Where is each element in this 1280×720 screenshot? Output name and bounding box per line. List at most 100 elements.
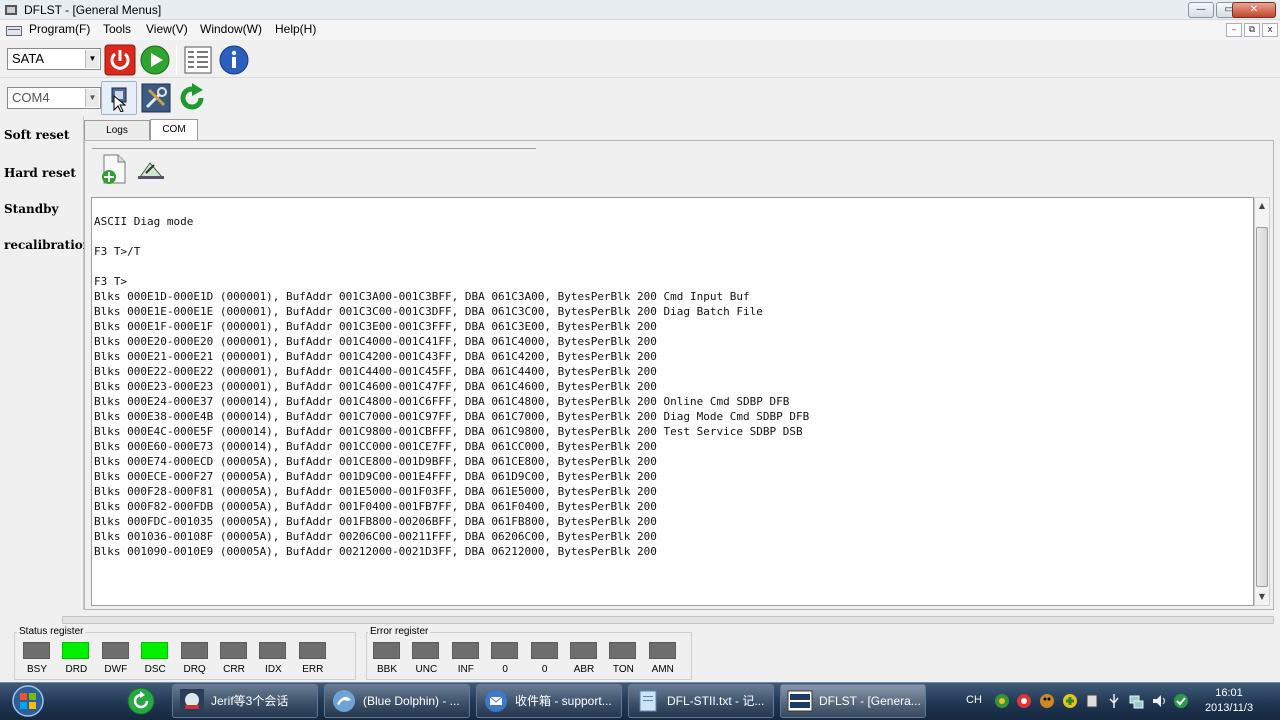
- clock-time: 16:01: [1215, 687, 1243, 699]
- register-label: IDX: [265, 664, 282, 675]
- tab-com[interactable]: COM: [150, 119, 198, 140]
- tray-app-icon-2[interactable]: [1016, 693, 1032, 709]
- refresh-icon[interactable]: [176, 82, 208, 114]
- menu-view[interactable]: View(V): [146, 22, 188, 36]
- interface-select-value: SATA: [12, 51, 45, 66]
- terminal-line: Blks 000F82-000FDB (00005A), BufAddr 001…: [94, 500, 657, 513]
- add-file-icon[interactable]: [99, 153, 129, 185]
- tray-app-icon-6[interactable]: [1173, 693, 1189, 709]
- register-label: DRQ: [183, 664, 206, 675]
- com-terminal-output[interactable]: ASCII Diag mode F3 T>/T F3 T> Blks 000E1D-0…: [91, 197, 1254, 606]
- scrollbar-thumb[interactable]: [1256, 227, 1268, 587]
- refresh-circle-icon[interactable]: [126, 686, 156, 716]
- menu-help[interactable]: Help(H): [275, 22, 316, 36]
- terminal-line: Blks 000E24-000E37 (000014), BufAddr 001…: [94, 395, 790, 408]
- language-indicator[interactable]: CH: [966, 694, 982, 706]
- tray-app-icon-3[interactable]: [1039, 693, 1055, 709]
- tray-app-icon-4[interactable]: [1062, 693, 1078, 709]
- notepad-app-icon: [639, 690, 657, 712]
- register-led-err: [298, 642, 326, 659]
- taskbar-item-notepad[interactable]: DFL-STII.txt - 记...: [628, 684, 774, 718]
- recalibration-button[interactable]: recalibration: [4, 238, 91, 252]
- close-button[interactable]: ✕: [1232, 2, 1276, 18]
- info-icon[interactable]: [218, 44, 250, 76]
- clock-date: 2013/11/3: [1204, 702, 1254, 714]
- dflst-app-icon: [787, 690, 813, 712]
- register-led-0: [530, 642, 558, 659]
- terminal-line: F3 T>/T: [94, 245, 141, 258]
- taskbar-item-qq[interactable]: Jerif等3个会话: [172, 684, 318, 718]
- terminal-line: Blks 000F28-000F81 (00005A), BufAddr 001…: [94, 485, 657, 498]
- terminal-line: Blks 001036-00108F (00005A), BufAddr 002…: [94, 530, 657, 543]
- terminal-line: Blks 000FDC-001035 (00005A), BufAddr 001…: [94, 515, 657, 528]
- doc-menu-icon[interactable]: [6, 26, 22, 36]
- menu-window[interactable]: Window(W): [200, 22, 262, 36]
- chevron-down-icon: ▼: [85, 89, 99, 107]
- taskbar-item-dflst[interactable]: DFLST - [Genera...: [780, 684, 926, 718]
- hard-reset-button[interactable]: Hard reset: [4, 166, 76, 180]
- power-icon[interactable]: [104, 44, 136, 76]
- usb-icon[interactable]: [1106, 693, 1122, 709]
- terminal-line: Blks 001090-0010E9 (00005A), BufAddr 002…: [94, 545, 657, 558]
- interface-select[interactable]: SATA ▼: [7, 48, 101, 70]
- menu-bar: [0, 20, 1280, 40]
- tools-icon[interactable]: [140, 82, 172, 114]
- tab-logs[interactable]: Logs: [84, 120, 150, 140]
- volume-icon[interactable]: [1151, 693, 1167, 709]
- register-label: 0: [502, 664, 508, 675]
- port-select-value: COM4: [12, 90, 50, 105]
- mdi-minimize-button[interactable]: –: [1226, 23, 1242, 37]
- mail-app-icon: [485, 690, 507, 712]
- register-led-drd: [62, 642, 90, 659]
- clear-icon[interactable]: [136, 155, 166, 183]
- register-label: TON: [612, 664, 634, 675]
- tray-app-icon-5[interactable]: [1084, 693, 1100, 709]
- start-button-icon[interactable]: [6, 684, 50, 718]
- tray-app-icon-1[interactable]: [994, 693, 1010, 709]
- register-led-idx: [259, 642, 287, 659]
- taskbar-item-inbox[interactable]: 收件箱 - support...: [476, 684, 622, 718]
- title-bar: [0, 0, 1280, 20]
- terminal-line: Blks 000E23-000E23 (000001), BufAddr 001…: [94, 380, 657, 393]
- dolphin-app-icon: [333, 690, 355, 712]
- taskbar-item-blue-dolphin[interactable]: (Blue Dolphin) - ...: [324, 684, 470, 718]
- play-icon[interactable]: [139, 44, 171, 76]
- register-label: AMN: [651, 664, 674, 675]
- terminal-text: ASCII Diag mode F3 T>/T F3 T> Blks 000E1D-0…: [94, 214, 810, 605]
- standby-button[interactable]: Standby: [4, 202, 58, 216]
- chevron-down-icon: ▼: [85, 50, 99, 68]
- mdi-close-button[interactable]: x: [1262, 23, 1278, 37]
- taskbar-clock[interactable]: 16:01 2013/11/3: [1198, 686, 1260, 716]
- mdi-restore-button[interactable]: ⧉: [1244, 23, 1260, 37]
- network-icon[interactable]: [1128, 693, 1144, 709]
- menu-program[interactable]: Program(F): [29, 22, 90, 36]
- register-label: CRR: [223, 664, 245, 675]
- menu-tools[interactable]: Tools: [103, 22, 131, 36]
- port-select[interactable]: COM4 ▼: [7, 87, 101, 109]
- horizontal-scrollbar[interactable]: [62, 616, 1274, 624]
- terminal-line: Blks 000ECE-000F27 (00005A), BufAddr 001…: [94, 470, 657, 483]
- taskbar-item-label: 收件箱 - support...: [515, 694, 612, 708]
- scroll-up-arrow[interactable]: ▲: [1255, 199, 1269, 213]
- left-command-panel: [0, 116, 84, 610]
- terminal-line: Blks 000E22-000E22 (000001), BufAddr 001…: [94, 365, 657, 378]
- soft-reset-button[interactable]: Soft reset: [4, 128, 69, 142]
- register-led-bsy: [23, 642, 50, 659]
- terminal-line: F3 T>: [94, 604, 809, 605]
- app-icon: [5, 5, 17, 15]
- window-title: DFLST - [General Menus]: [24, 3, 162, 17]
- grid-icon[interactable]: [182, 44, 214, 76]
- scroll-down-arrow[interactable]: ▼: [1255, 590, 1269, 604]
- inner-toolbar-divider: [92, 148, 536, 149]
- terminal-line: Blks 000E38-000E4B (000014), BufAddr 001…: [94, 410, 810, 423]
- taskbar-item-label: DFLST - [Genera...: [819, 694, 921, 708]
- chat-app-icon: [180, 689, 204, 713]
- minimize-button[interactable]: —: [1188, 2, 1214, 18]
- register-label: ABR: [573, 664, 595, 675]
- terminal-line: Blks 000E1E-000E1E (000001), BufAddr 001…: [94, 305, 763, 318]
- taskbar-item-label: DFL-STII.txt - 记...: [667, 694, 765, 708]
- terminal-line: ASCII Diag mode: [94, 215, 194, 228]
